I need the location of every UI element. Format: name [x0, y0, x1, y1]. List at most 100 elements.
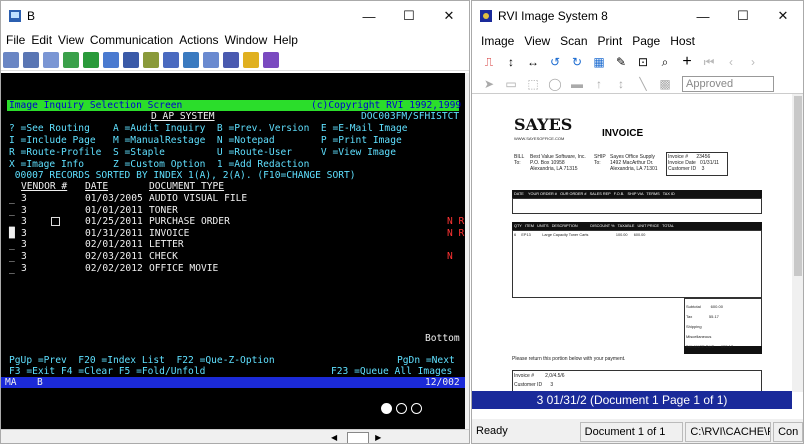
row-select-field[interactable]: _	[9, 263, 15, 274]
page-dot[interactable]	[411, 403, 422, 414]
minimize-button[interactable]: —	[349, 1, 389, 31]
notes-icon[interactable]	[243, 51, 259, 68]
company-logo: SAYES	[514, 115, 573, 134]
close-button[interactable]: ✕	[763, 1, 803, 31]
close-button[interactable]: ✕	[429, 1, 469, 31]
row-vendor: 3	[21, 193, 27, 204]
menu-edit[interactable]: Edit	[28, 33, 55, 47]
thumbnails-icon[interactable]: ▦	[588, 55, 610, 69]
items-table	[512, 230, 762, 298]
bottom-label: Bottom	[425, 333, 460, 344]
fit-height-icon[interactable]: ↕	[500, 55, 522, 69]
menu-actions[interactable]: Actions	[176, 33, 221, 47]
highlight-icon[interactable]: ▬	[566, 77, 588, 91]
scroll-thumb[interactable]	[347, 431, 370, 443]
status-line: MA B 12/002	[1, 377, 465, 388]
row-vendor: 3	[21, 239, 27, 251]
row-select-field[interactable]: _	[9, 216, 15, 227]
zoom-icon[interactable]: ⌕	[654, 55, 676, 70]
menu-image[interactable]: Image	[476, 34, 519, 48]
maximize-button[interactable]: ☐	[389, 1, 429, 31]
settings-icon[interactable]	[203, 51, 219, 68]
row-select-field[interactable]: _	[9, 205, 15, 216]
rectangle-icon[interactable]: ▭	[500, 77, 522, 91]
scroll-right-icon[interactable]: ▶	[375, 433, 381, 442]
stamp-icon[interactable]: ⬚	[522, 77, 544, 91]
record-icon[interactable]	[163, 51, 179, 68]
status-connection: Con	[773, 422, 803, 442]
print-icon[interactable]	[223, 51, 239, 68]
menu-view[interactable]: View	[519, 34, 555, 48]
row-date: 02/02/2012	[85, 262, 143, 274]
next-page-icon[interactable]: ›	[742, 55, 764, 69]
fit-width-icon[interactable]: ↔	[522, 55, 544, 69]
row-vendor: 3	[21, 227, 27, 239]
row-select-field[interactable]: _	[9, 239, 15, 250]
rotate-right-icon[interactable]: ↻	[566, 55, 588, 69]
viewer-scrollbar[interactable]	[792, 94, 803, 392]
vertical-scrollbar[interactable]	[465, 73, 469, 429]
image-stamp-icon[interactable]: ▩	[654, 77, 676, 91]
fit-page-icon[interactable]: ⎍	[478, 55, 500, 70]
menu-print[interactable]: Print	[593, 34, 628, 48]
viewer-toolbar: ⎍ ↕ ↔ ↺ ↻ ▦ ✎ ⊡ ⌕ + ⏮ ‹ ›	[472, 51, 803, 73]
page-dot-active[interactable]	[381, 403, 392, 414]
row-select-field[interactable]: █	[9, 228, 15, 239]
page-dot[interactable]	[396, 403, 407, 414]
document-viewer[interactable]: SAYES WWW.SAYESOFFICE.COM INVOICE BILL T…	[472, 93, 803, 394]
status-document: Document 1 of 1	[579, 422, 684, 442]
attachment-checkbox[interactable]	[51, 217, 60, 227]
upload-icon[interactable]	[63, 51, 79, 68]
keyboard-icon[interactable]	[123, 51, 139, 68]
status-position: 12/002	[425, 377, 460, 388]
ellipse-icon[interactable]: ◯	[544, 77, 566, 91]
remittance-fields: Invoice # 2,0/4.5/6 Customer ID 3	[514, 373, 565, 388]
rvi-app-icon	[480, 10, 492, 22]
item-line: 6 EP13 Large Capacity Toner Carts 100.00…	[514, 233, 646, 237]
order-headers: DATE YOUR ORDER # OUR ORDER # SALES REP …	[514, 192, 675, 196]
menu-window[interactable]: Window	[222, 33, 271, 47]
add-icon[interactable]: +	[676, 53, 698, 71]
prev-page-icon[interactable]: ‹	[720, 55, 742, 69]
copy-icon[interactable]	[3, 51, 19, 68]
arrow-up-icon[interactable]: ↑	[588, 77, 610, 91]
menu-scan[interactable]: Scan	[555, 34, 592, 48]
double-arrow-icon[interactable]: ↕	[610, 77, 632, 91]
window-title: RVI Image System 8	[498, 9, 608, 23]
scroll-thumb[interactable]	[794, 96, 802, 276]
approved-stamp-field[interactable]: Approved	[682, 76, 774, 92]
menu-view[interactable]: View	[55, 33, 87, 47]
row-select-field[interactable]: _	[9, 193, 15, 204]
menu-help[interactable]: Help	[270, 33, 301, 47]
order-row	[512, 198, 762, 214]
horizontal-scrollbar[interactable]: ◀ ▶	[1, 429, 469, 443]
download-icon[interactable]	[83, 51, 99, 68]
pointer-icon[interactable]: ➤	[478, 77, 500, 91]
copyright: (c)Copyright RVI 1992,1999	[311, 100, 462, 111]
line-icon[interactable]: ╲	[632, 77, 654, 91]
help-icon[interactable]	[263, 51, 279, 68]
status-bar: Ready Document 1 of 1 C:\RVI\CACHE\PD Co…	[472, 419, 803, 443]
menu-file[interactable]: File	[3, 33, 28, 47]
scroll-left-icon[interactable]: ◀	[331, 433, 337, 442]
row-select-field[interactable]: _	[9, 251, 15, 262]
macro-icon[interactable]	[143, 51, 159, 68]
menu-page[interactable]: Page	[627, 34, 665, 48]
status-ma: MA	[5, 377, 17, 388]
menu-host[interactable]: Host	[665, 34, 700, 48]
maximize-button[interactable]: ☐	[723, 1, 763, 31]
records-line: 00007 RECORDS SORTED BY INDEX 1(A), 2(A)…	[9, 170, 356, 181]
play-icon[interactable]	[183, 51, 199, 68]
invoice-meta: Invoice # 23456 Invoice Date 01/31/11 Cu…	[668, 154, 720, 172]
paste-special-icon[interactable]	[43, 51, 59, 68]
terminal-screen[interactable]: Image Inquiry Selection Screen (c)Copyri…	[1, 73, 465, 429]
menu-communication[interactable]: Communication	[87, 33, 176, 47]
screen-icon[interactable]	[103, 51, 119, 68]
row-date: 01/31/2011	[85, 227, 143, 239]
annotate-icon[interactable]: ✎	[610, 55, 632, 69]
first-page-icon[interactable]: ⏮	[698, 55, 720, 70]
select-icon[interactable]: ⊡	[632, 55, 654, 69]
rotate-left-icon[interactable]: ↺	[544, 55, 566, 69]
paste-icon[interactable]	[23, 51, 39, 68]
minimize-button[interactable]: —	[683, 1, 723, 31]
